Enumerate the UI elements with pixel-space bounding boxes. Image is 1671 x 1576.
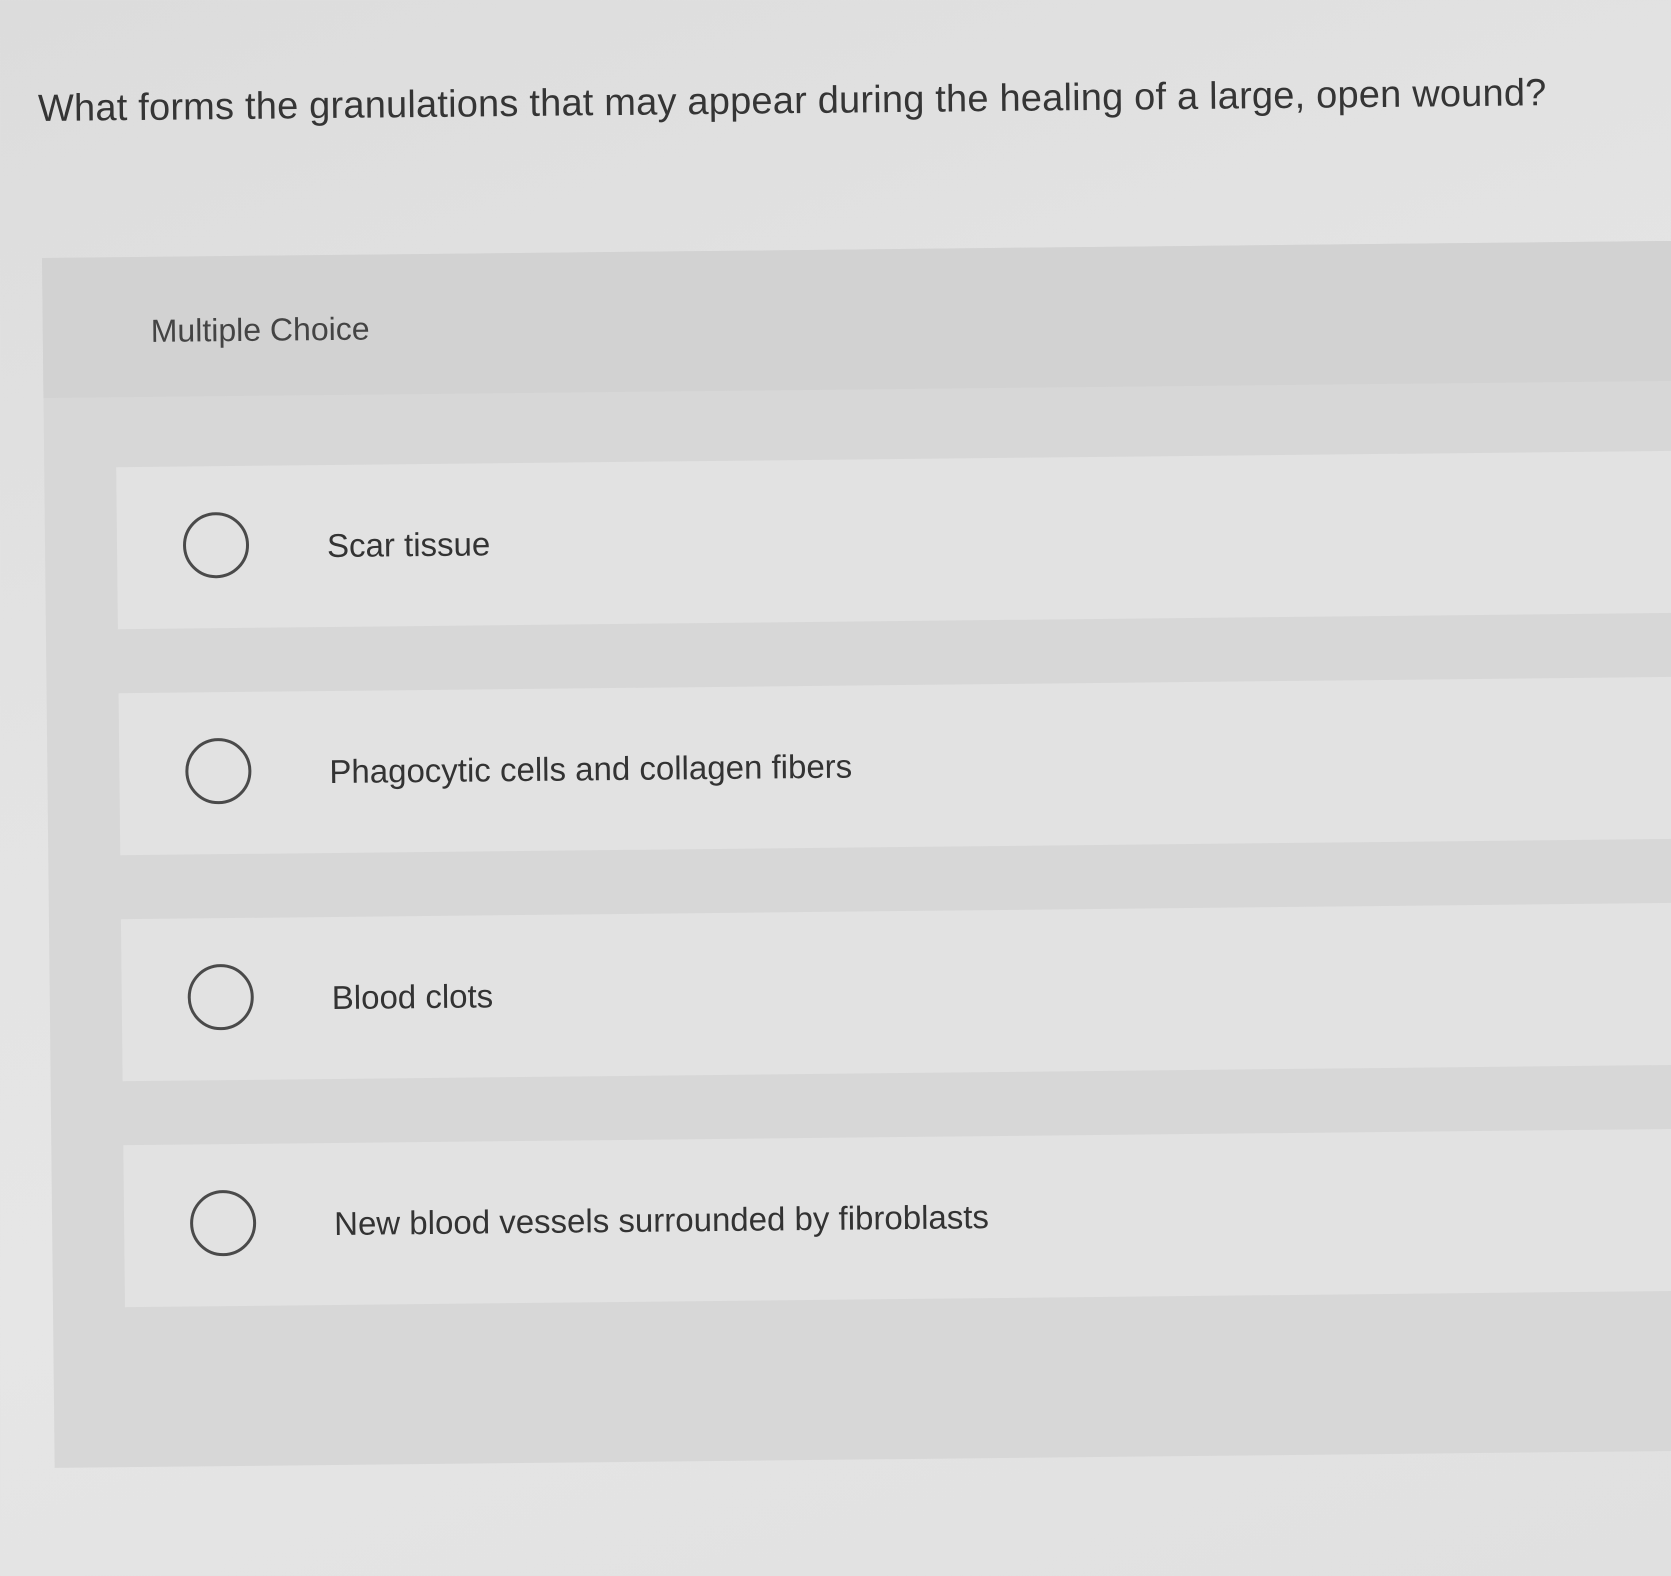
answer-option-label: New blood vessels surrounded by fibrobla…	[333, 1198, 990, 1242]
multiple-choice-label: Multiple Choice	[150, 310, 370, 349]
multiple-choice-panel: Multiple Choice Scar tissue Phagocytic c…	[42, 240, 1671, 1468]
radio-button[interactable]	[182, 511, 250, 579]
answer-options: Scar tissue Phagocytic cells and collage…	[116, 450, 1671, 1371]
radio-button[interactable]	[185, 737, 252, 805]
question-text: What forms the granulations that may app…	[37, 72, 1547, 130]
answer-option[interactable]: New blood vessels surrounded by fibrobla…	[123, 1128, 1671, 1308]
radio-button[interactable]	[187, 963, 255, 1031]
multiple-choice-header: Multiple Choice	[42, 240, 1671, 398]
answer-option[interactable]: Blood clots	[120, 902, 1671, 1082]
answer-option-label: Phagocytic cells and collagen fibers	[329, 747, 853, 791]
answer-option[interactable]: Scar tissue	[116, 450, 1671, 630]
answer-option-label: Blood clots	[331, 977, 494, 1017]
answer-option[interactable]: Phagocytic cells and collagen fibers	[118, 676, 1671, 856]
radio-button[interactable]	[189, 1189, 257, 1257]
answer-option-label: Scar tissue	[326, 525, 491, 565]
